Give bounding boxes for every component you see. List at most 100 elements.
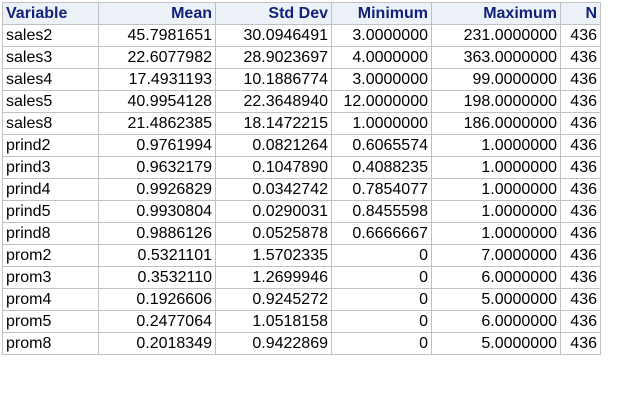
cell-n: 436 — [560, 178, 601, 201]
cell-minimum: 3.0000000 — [331, 68, 432, 91]
cell-variable: prind3 — [2, 156, 99, 179]
cell-n: 436 — [560, 46, 601, 69]
table-row: prind3 0.9632179 0.1047890 0.4088235 1.00000… — [2, 156, 601, 179]
cell-n: 436 — [560, 90, 601, 113]
cell-std-dev: 18.1472215 — [215, 112, 332, 135]
cell-std-dev: 30.0946491 — [215, 24, 332, 47]
cell-mean: 22.6077982 — [98, 46, 216, 69]
cell-n: 436 — [560, 332, 601, 355]
cell-variable: prom4 — [2, 288, 99, 311]
cell-mean: 21.4862385 — [98, 112, 216, 135]
cell-n: 436 — [560, 68, 601, 91]
cell-n: 436 — [560, 24, 601, 47]
cell-variable: prom5 — [2, 310, 99, 333]
header-maximum: Maximum — [431, 2, 561, 25]
cell-std-dev: 0.9422869 — [215, 332, 332, 355]
cell-variable: sales3 — [2, 46, 99, 69]
table-row: prind4 0.9926829 0.0342742 0.7854077 1.00000… — [2, 178, 601, 201]
cell-minimum: 0.7854077 — [331, 178, 432, 201]
cell-maximum: 6.0000000 — [431, 266, 561, 289]
cell-std-dev: 0.0290031 — [215, 200, 332, 223]
cell-variable: prind4 — [2, 178, 99, 201]
cell-variable: prom8 — [2, 332, 99, 355]
cell-variable: sales2 — [2, 24, 99, 47]
table-row: prom8 0.2018349 0.9422869 0 5.0000000 436 — [2, 332, 601, 355]
cell-minimum: 0.4088235 — [331, 156, 432, 179]
cell-maximum: 99.0000000 — [431, 68, 561, 91]
cell-n: 436 — [560, 244, 601, 267]
cell-mean: 0.2018349 — [98, 332, 216, 355]
cell-std-dev: 1.0518158 — [215, 310, 332, 333]
header-row: Variable Mean Std Dev Minimum Maximum N — [2, 2, 601, 25]
cell-std-dev: 1.2699946 — [215, 266, 332, 289]
table-body: sales2 45.7981651 30.0946491 3.0000000 231.0… — [2, 24, 601, 355]
cell-maximum: 363.0000000 — [431, 46, 561, 69]
cell-minimum: 0 — [331, 266, 432, 289]
table-row: sales5 40.9954128 22.3648940 12.0000000 198.… — [2, 90, 601, 113]
cell-n: 436 — [560, 310, 601, 333]
header-mean: Mean — [98, 2, 216, 25]
cell-minimum: 0.8455598 — [331, 200, 432, 223]
table-row: sales4 17.4931193 10.1886774 3.0000000 99.00… — [2, 68, 601, 91]
cell-variable: prind2 — [2, 134, 99, 157]
cell-variable: sales5 — [2, 90, 99, 113]
cell-minimum: 1.0000000 — [331, 112, 432, 135]
cell-minimum: 3.0000000 — [331, 24, 432, 47]
cell-maximum: 5.0000000 — [431, 332, 561, 355]
cell-std-dev: 0.0525878 — [215, 222, 332, 245]
table-row: prind8 0.9886126 0.0525878 0.6666667 1.00000… — [2, 222, 601, 245]
cell-minimum: 0 — [331, 244, 432, 267]
table-row: prom3 0.3532110 1.2699946 0 6.0000000 436 — [2, 266, 601, 289]
cell-mean: 45.7981651 — [98, 24, 216, 47]
header-minimum: Minimum — [331, 2, 432, 25]
cell-mean: 0.2477064 — [98, 310, 216, 333]
summary-statistics-table: Variable Mean Std Dev Minimum Maximum N … — [2, 2, 601, 355]
cell-std-dev: 22.3648940 — [215, 90, 332, 113]
cell-n: 436 — [560, 288, 601, 311]
cell-mean: 40.9954128 — [98, 90, 216, 113]
cell-mean: 0.9761994 — [98, 134, 216, 157]
cell-variable: sales4 — [2, 68, 99, 91]
cell-n: 436 — [560, 112, 601, 135]
cell-minimum: 12.0000000 — [331, 90, 432, 113]
cell-n: 436 — [560, 266, 601, 289]
cell-std-dev: 10.1886774 — [215, 68, 332, 91]
cell-mean: 0.9930804 — [98, 200, 216, 223]
cell-variable: prind8 — [2, 222, 99, 245]
cell-n: 436 — [560, 156, 601, 179]
cell-std-dev: 1.5702335 — [215, 244, 332, 267]
cell-variable: prom2 — [2, 244, 99, 267]
table-row: sales3 22.6077982 28.9023697 4.0000000 363.0… — [2, 46, 601, 69]
cell-mean: 0.9926829 — [98, 178, 216, 201]
cell-variable: prind5 — [2, 200, 99, 223]
table-row: sales2 45.7981651 30.0946491 3.0000000 231.0… — [2, 24, 601, 47]
cell-maximum: 1.0000000 — [431, 134, 561, 157]
cell-maximum: 5.0000000 — [431, 288, 561, 311]
table-row: prom5 0.2477064 1.0518158 0 6.0000000 436 — [2, 310, 601, 333]
cell-std-dev: 0.0821264 — [215, 134, 332, 157]
header-std-dev: Std Dev — [215, 2, 332, 25]
table-row: prind2 0.9761994 0.0821264 0.6065574 1.00000… — [2, 134, 601, 157]
cell-minimum: 0.6065574 — [331, 134, 432, 157]
cell-std-dev: 0.0342742 — [215, 178, 332, 201]
cell-maximum: 231.0000000 — [431, 24, 561, 47]
table-row: sales8 21.4862385 18.1472215 1.0000000 186.0… — [2, 112, 601, 135]
cell-maximum: 1.0000000 — [431, 222, 561, 245]
table-row: prom4 0.1926606 0.9245272 0 5.0000000 436 — [2, 288, 601, 311]
cell-mean: 0.9632179 — [98, 156, 216, 179]
cell-maximum: 198.0000000 — [431, 90, 561, 113]
cell-std-dev: 28.9023697 — [215, 46, 332, 69]
table-row: prind5 0.9930804 0.0290031 0.8455598 1.00000… — [2, 200, 601, 223]
cell-mean: 0.5321101 — [98, 244, 216, 267]
cell-maximum: 186.0000000 — [431, 112, 561, 135]
cell-minimum: 0 — [331, 288, 432, 311]
cell-n: 436 — [560, 200, 601, 223]
cell-minimum: 0 — [331, 332, 432, 355]
cell-mean: 17.4931193 — [98, 68, 216, 91]
cell-maximum: 7.0000000 — [431, 244, 561, 267]
cell-mean: 0.1926606 — [98, 288, 216, 311]
table-row: prom2 0.5321101 1.5702335 0 7.0000000 436 — [2, 244, 601, 267]
header-variable: Variable — [2, 2, 99, 25]
cell-std-dev: 0.1047890 — [215, 156, 332, 179]
header-n: N — [560, 2, 601, 25]
